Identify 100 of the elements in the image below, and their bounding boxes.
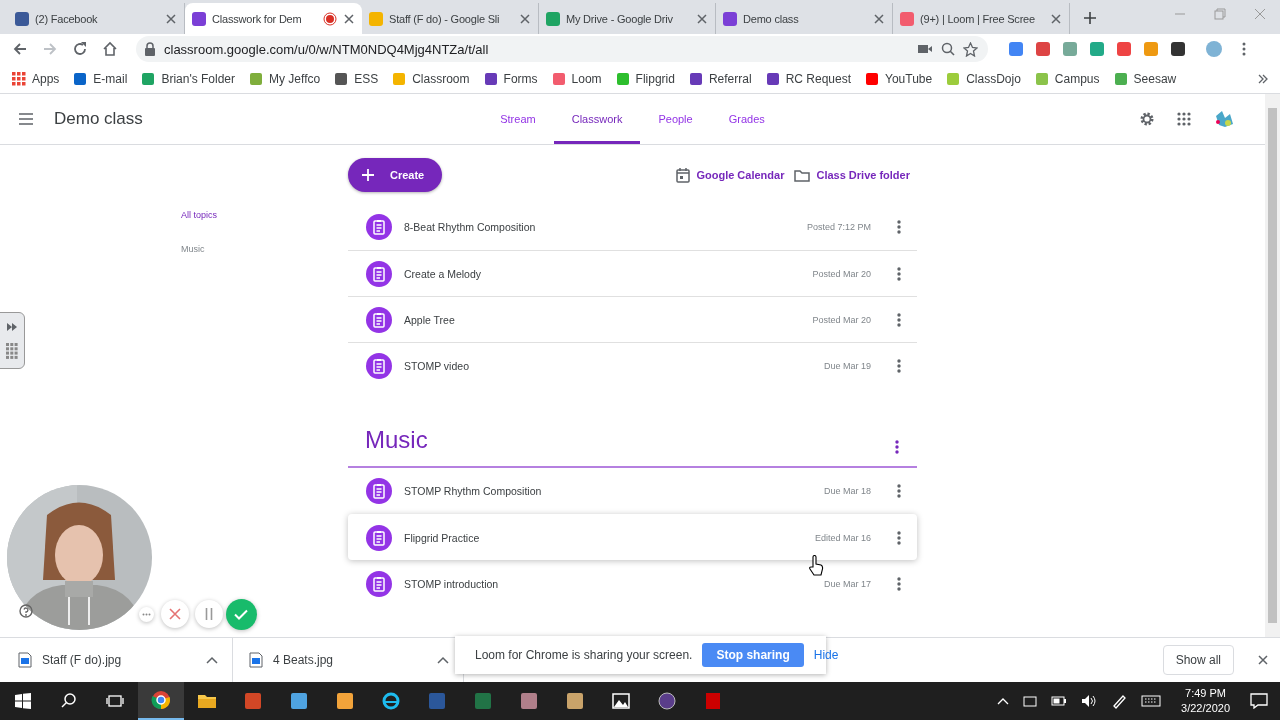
bookmark-link[interactable]: ESS <box>354 71 379 86</box>
bookmark-icon <box>551 71 566 86</box>
bookmark-link[interactable]: My Jeffco <box>269 71 321 86</box>
close-icon[interactable] <box>872 11 886 26</box>
lock-icon <box>144 42 156 56</box>
calendar-icon <box>676 167 691 183</box>
star-icon[interactable] <box>963 41 978 57</box>
app-icon[interactable] <box>334 690 356 712</box>
bookmark-link[interactable]: YouTube <box>885 71 933 86</box>
topic-link[interactable]: Music <box>181 244 348 254</box>
plus-icon <box>362 169 374 181</box>
assignment-date: Posted 7:12 PM <box>806 222 871 232</box>
more-icon[interactable] <box>895 440 899 454</box>
battery-icon[interactable] <box>1051 696 1068 706</box>
speaker-icon[interactable] <box>1081 694 1098 708</box>
nav-tab[interactable]: People <box>640 94 711 144</box>
more-icon[interactable] <box>897 358 901 373</box>
assignment-icon <box>366 570 392 597</box>
address-bar[interactable]: classroom.google.com/u/0/w/NTM0NDQ4Mjg4NTZa/t/all <box>136 36 988 62</box>
assignment-title: Create a Melody <box>404 267 483 280</box>
bookmark-link[interactable]: Flipgrid <box>635 71 675 86</box>
bookmark-link[interactable]: Seesaw <box>1133 71 1177 86</box>
nav-tab[interactable]: Stream <box>482 94 554 144</box>
app-icon[interactable] <box>518 690 540 712</box>
bookmark-icon <box>392 71 407 86</box>
reload-icon[interactable] <box>72 41 88 57</box>
url-text: classroom.google.com/u/0/w/NTM0NDQ4Mjg4NTZa/t/all <box>164 41 490 57</box>
bookmark-link[interactable]: Campus <box>1054 71 1100 86</box>
windows-logo-icon[interactable] <box>12 690 34 712</box>
more-icon[interactable] <box>897 312 901 327</box>
app-icon[interactable] <box>288 690 310 712</box>
bookmark-link[interactable]: RC Request <box>785 71 851 86</box>
close-icon[interactable] <box>164 11 178 26</box>
mountain-picture-icon[interactable] <box>610 690 632 712</box>
keyboard-icon[interactable] <box>1141 695 1162 707</box>
assignment-icon <box>366 524 392 551</box>
close-icon[interactable] <box>1049 11 1063 26</box>
favicon-icon <box>545 10 561 27</box>
bookmark-link[interactable]: E-mail <box>93 71 128 86</box>
bookmark-link[interactable]: ClassDojo <box>966 71 1021 86</box>
apps-grid-icon[interactable] <box>1177 112 1191 126</box>
hide-link[interactable]: Hide <box>813 648 839 662</box>
display-icon[interactable] <box>1023 695 1038 707</box>
bookmark-link[interactable]: Forms <box>503 71 538 86</box>
bookmark-link[interactable]: Classroom <box>412 71 470 86</box>
back-icon[interactable] <box>12 41 28 57</box>
link[interactable]: Google Calendar <box>696 169 785 181</box>
more-icon[interactable] <box>897 484 901 498</box>
favicon-icon <box>368 10 384 27</box>
zoom-icon[interactable] <box>941 42 955 56</box>
help-button[interactable] <box>18 603 34 619</box>
bookmark-icon <box>1113 71 1128 86</box>
topic-link[interactable]: All topics <box>181 210 348 220</box>
nav-tab[interactable]: Classwork <box>553 94 641 144</box>
more-icon[interactable] <box>897 530 901 545</box>
more-icon[interactable] <box>897 576 901 591</box>
browser-tab[interactable]: Classwork for Dem <box>185 3 362 34</box>
more-icon[interactable] <box>897 220 901 234</box>
create-button[interactable]: Create <box>348 158 443 192</box>
bookmark-link[interactable]: Referral <box>708 71 752 86</box>
bookmark-link[interactable]: Loom <box>571 71 602 86</box>
assignment-row[interactable]: Flipgrid Practice Edited Mar 16 <box>348 514 917 560</box>
image-file-icon <box>249 652 263 668</box>
close-icon[interactable] <box>518 11 532 26</box>
close-icon[interactable] <box>1256 653 1270 667</box>
caret-icon[interactable] <box>437 656 449 664</box>
settings-icon[interactable] <box>1139 111 1155 127</box>
app-icon[interactable] <box>656 690 678 712</box>
chevron-up-icon[interactable] <box>997 697 1010 705</box>
avatar-icon[interactable] <box>1213 108 1235 130</box>
caret-icon[interactable] <box>206 656 218 664</box>
video-camera-icon[interactable] <box>917 43 933 55</box>
more-icon[interactable] <box>897 266 901 281</box>
side-panel-tab[interactable] <box>0 312 25 369</box>
app-icon[interactable] <box>242 690 264 712</box>
home-icon[interactable] <box>102 41 118 57</box>
link[interactable]: Class Drive folder <box>816 169 910 181</box>
new-tab-icon[interactable] <box>1082 10 1098 26</box>
pen-icon[interactable] <box>1111 693 1128 709</box>
file-name: 4 Beats.jpg <box>273 653 335 667</box>
bookmark-link[interactable]: Brian's Folder <box>161 71 236 86</box>
app-icon[interactable] <box>564 690 586 712</box>
extension-icon[interactable] <box>1170 41 1186 57</box>
chevron-icon[interactable] <box>1258 73 1268 84</box>
show-all-button[interactable]: Show all <box>1162 645 1234 675</box>
menu-icon[interactable] <box>1242 42 1246 56</box>
tab-title: My Drive - Google Driv <box>566 12 674 25</box>
notification-icon[interactable] <box>1250 693 1268 709</box>
close-icon[interactable] <box>695 11 709 26</box>
globe-icon[interactable] <box>380 690 402 712</box>
close-icon[interactable] <box>342 11 356 26</box>
assignment-title: Flipgrid Practice <box>404 531 481 544</box>
assignment-date: Due Mar 18 <box>823 486 871 496</box>
tab-title: Staff (F do) - Google Sli <box>389 12 501 25</box>
nav-tab[interactable]: Grades <box>710 94 783 144</box>
scrollbar[interactable] <box>1265 94 1280 637</box>
clock[interactable]: 7:49 PM 3/22/2020 <box>1181 686 1230 716</box>
bookmark-link[interactable]: Apps <box>32 71 60 86</box>
menu-icon[interactable] <box>18 113 34 125</box>
browser-icon[interactable] <box>150 689 172 711</box>
